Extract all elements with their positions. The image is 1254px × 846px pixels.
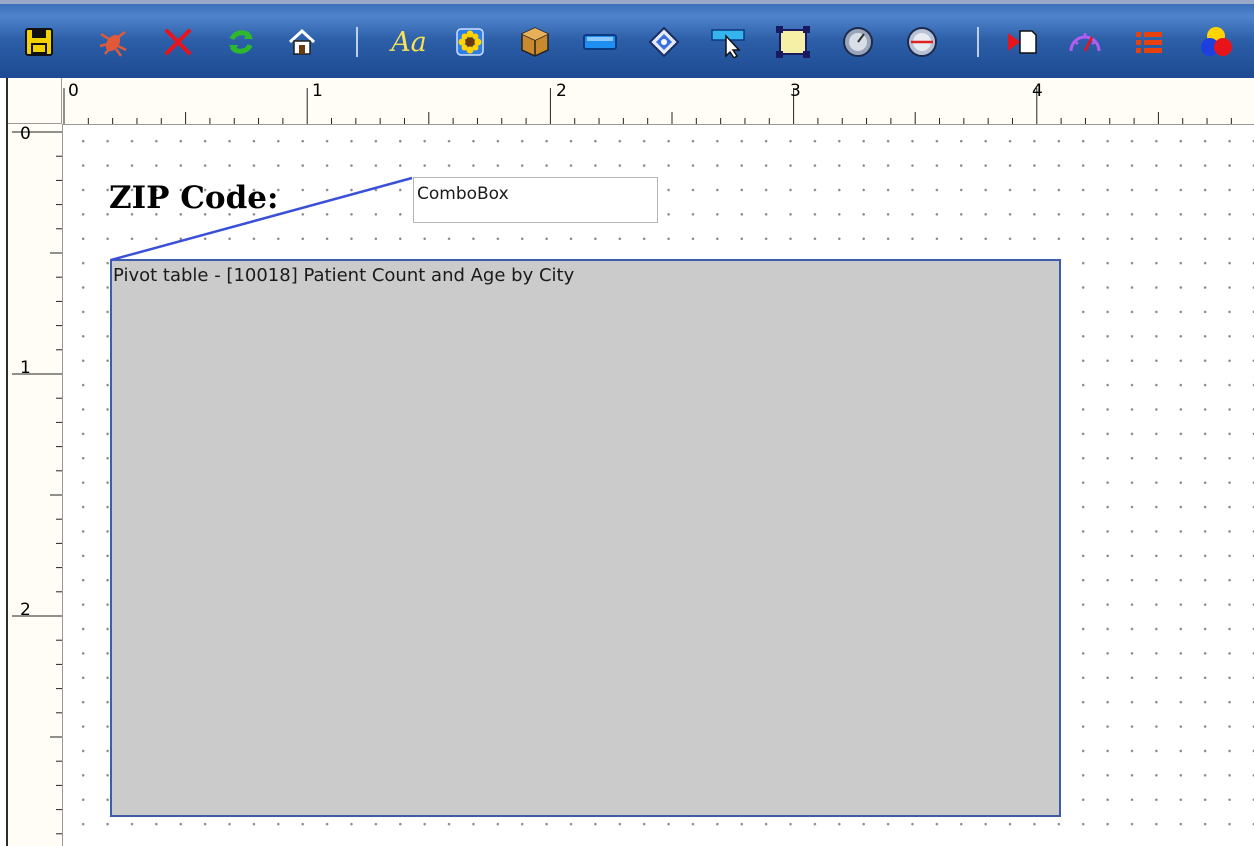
pointer-icon[interactable] (710, 22, 746, 62)
resize-icon[interactable] (775, 22, 811, 62)
ruler-label-2: 2 (556, 81, 567, 101)
sparkle-icon[interactable] (1067, 22, 1103, 62)
image-icon[interactable] (452, 22, 488, 62)
rectangle-icon[interactable] (582, 22, 618, 62)
ruler-label-v0: 0 (20, 124, 31, 144)
toolbar: Aa (0, 0, 1254, 78)
horizontal-ruler: 0 1 2 3 4 (8, 78, 1254, 125)
bug-icon[interactable] (95, 22, 131, 62)
list-icon[interactable] (1131, 22, 1167, 62)
vertical-ruler-ticks (12, 131, 62, 835)
font-icon-text: Aa (391, 26, 427, 58)
diamond-icon[interactable] (646, 22, 682, 62)
ruler-label-3: 3 (790, 81, 801, 101)
pivot-table[interactable]: Pivot table - [10018] Patient Count and … (110, 259, 1061, 817)
colors-icon[interactable] (1198, 22, 1234, 62)
font-icon[interactable]: Aa (388, 22, 430, 62)
design-canvas[interactable]: ZIP Code: ComboBox Pivot table - [10018]… (63, 125, 1254, 846)
vertical-ruler: 0 1 2 (8, 124, 63, 846)
zip-code-combobox[interactable]: ComboBox (413, 177, 658, 223)
ruler-label-0: 0 (68, 81, 79, 101)
play-page-icon[interactable] (1004, 22, 1040, 62)
combobox-text: ComboBox (417, 184, 509, 204)
toolbar-separator (977, 27, 979, 57)
dial-icon[interactable] (904, 22, 940, 62)
ruler-corner (8, 78, 62, 124)
delete-icon[interactable] (160, 22, 196, 62)
ruler-label-4: 4 (1032, 81, 1043, 101)
left-edge (0, 78, 8, 846)
box-icon[interactable] (517, 22, 553, 62)
toolbar-separator (356, 27, 358, 57)
ruler-label-1: 1 (312, 81, 323, 101)
home-icon[interactable] (284, 22, 320, 62)
horizontal-ruler-ticks (63, 88, 1232, 124)
zip-code-label[interactable]: ZIP Code: (109, 180, 278, 216)
refresh-icon[interactable] (223, 22, 259, 62)
gauge-icon[interactable] (840, 22, 876, 62)
save-icon[interactable] (21, 22, 57, 62)
pivot-table-title: Pivot table - [10018] Patient Count and … (113, 265, 575, 286)
ruler-label-v1: 1 (20, 358, 31, 378)
ruler-label-v2: 2 (20, 600, 31, 620)
